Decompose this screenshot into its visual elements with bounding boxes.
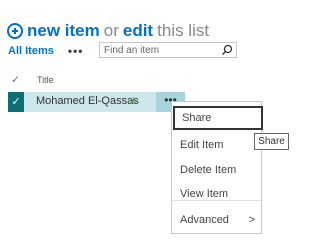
plus-circle-icon[interactable] — [7, 23, 23, 39]
row-title-link[interactable]: Mohamed El-Qassas — [36, 95, 139, 107]
select-all-checkmark[interactable]: ✓ — [11, 73, 20, 86]
search-icon[interactable] — [221, 44, 233, 56]
new-item-badge-icon: ✳ — [129, 96, 138, 107]
new-item-link[interactable]: new item — [27, 21, 100, 41]
menu-item-view-item[interactable]: View Item — [172, 182, 261, 206]
menu-item-advanced-label: Advanced — [180, 214, 229, 226]
menu-item-delete-item[interactable]: Delete Item — [172, 158, 261, 182]
menu-item-advanced[interactable]: Advanced > — [172, 208, 261, 232]
column-header-title[interactable]: Title — [37, 75, 54, 85]
search-input[interactable] — [100, 44, 226, 56]
menu-divider — [172, 200, 261, 201]
column-header-row: ✓ Title — [0, 73, 300, 89]
search-box — [99, 42, 237, 58]
row-select-checkbox[interactable]: ✓ — [8, 92, 24, 112]
table-row[interactable]: ✓ Mohamed El-Qassas ✳ ••• — [8, 92, 185, 112]
share-tooltip: Share — [254, 133, 289, 150]
view-more-button[interactable]: ••• — [68, 44, 84, 58]
context-menu: Share Edit Item Delete Item View Item Ad… — [171, 101, 263, 234]
list-header: new item or edit this list — [7, 18, 209, 44]
all-items-view-link[interactable]: All Items — [8, 45, 54, 57]
menu-item-edit-item[interactable]: Edit Item — [172, 133, 261, 157]
view-toolbar: All Items ••• — [8, 42, 83, 60]
header-this-list-text: this list — [157, 21, 210, 40]
edit-list-link[interactable]: edit — [123, 21, 153, 41]
header-or-text: or — [103, 21, 119, 40]
menu-item-share[interactable]: Share — [173, 106, 263, 130]
chevron-right-icon: > — [248, 214, 255, 226]
